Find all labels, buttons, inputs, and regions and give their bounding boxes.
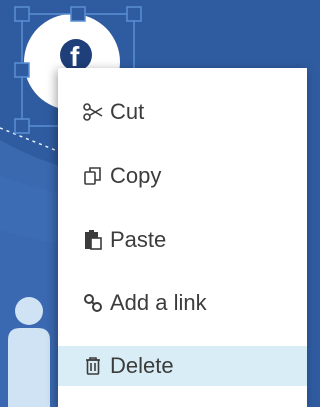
- link-icon: [82, 292, 104, 314]
- context-menu: Cut Copy Paste Add a link Delete: [58, 68, 307, 407]
- scissors-icon: [82, 101, 104, 123]
- menu-item-label: Add a link: [110, 290, 207, 315]
- paste-icon: [82, 229, 104, 251]
- menu-item-label: Copy: [110, 163, 162, 188]
- menu-item-cut[interactable]: Cut: [58, 92, 307, 132]
- menu-item-copy[interactable]: Copy: [58, 156, 307, 196]
- menu-item-delete[interactable]: Delete: [58, 346, 307, 386]
- menu-item-add-link[interactable]: Add a link: [58, 283, 307, 323]
- menu-item-label: Cut: [110, 99, 145, 124]
- copy-icon: [82, 165, 104, 187]
- trash-icon: [82, 355, 104, 377]
- menu-item-label: Paste: [110, 227, 167, 252]
- menu-item-paste[interactable]: Paste: [58, 220, 307, 260]
- menu-item-label: Delete: [110, 353, 174, 378]
